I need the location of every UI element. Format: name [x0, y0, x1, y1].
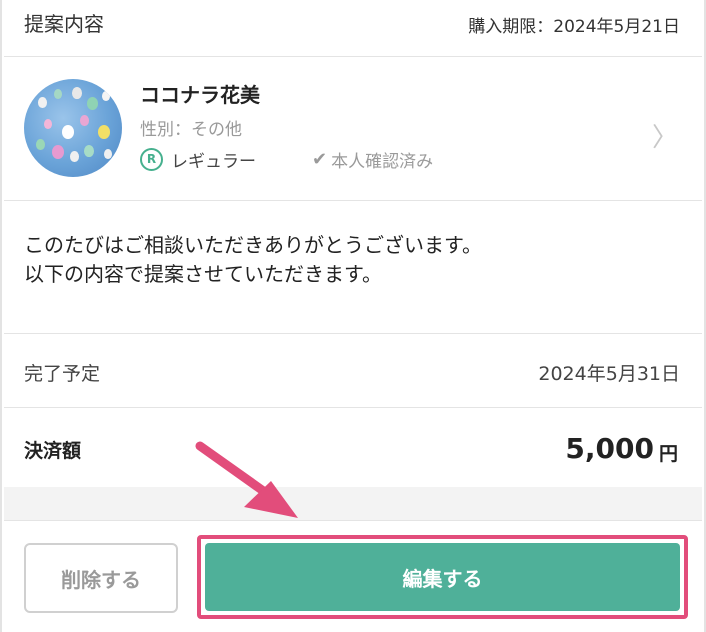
message-line: このたびはご相談いただきありがとうございます。: [24, 233, 482, 257]
section-title: 提案内容: [24, 12, 104, 36]
proposal-header: 提案内容 購入期限：2024年5月21日: [4, 0, 702, 56]
seller-name: ココナラ花美: [140, 83, 260, 107]
verified-label: 本人確認済み: [331, 152, 434, 172]
seller-gender: 性別：その他: [140, 120, 242, 140]
completion-date: 2024年5月31日: [538, 363, 680, 385]
seller-profile-row[interactable]: ココナラ花美 性別：その他 R レギュラー ✔ 本人確認済み 〉: [4, 57, 702, 200]
check-icon: ✔: [312, 149, 328, 170]
currency-unit: 円: [658, 443, 678, 465]
rank-label: レギュラー: [171, 152, 256, 172]
avatar: [24, 79, 122, 177]
purchase-deadline: 購入期限：2024年5月21日: [468, 17, 680, 37]
proposal-message: このたびはご相談いただきありがとうございます。 以下の内容で提案させていただきま…: [4, 201, 702, 333]
delete-button[interactable]: 削除する: [24, 543, 178, 613]
payment-amount: 5,000: [565, 432, 654, 465]
payment-amount-row: 決済額 5,000 円: [4, 408, 702, 486]
regular-rank-icon: R: [140, 148, 163, 171]
chevron-right-icon: 〉: [651, 123, 678, 153]
section-spacer: [4, 487, 702, 520]
completion-label: 完了予定: [24, 363, 101, 385]
message-line: 以下の内容で提案させていただきます。: [24, 262, 382, 286]
seller-rank: R レギュラー: [140, 147, 256, 172]
edit-button[interactable]: 編集する: [205, 543, 680, 611]
proposal-panel: 提案内容 購入期限：2024年5月21日 ココナラ花美 性別：その他 R レギュ…: [0, 0, 706, 632]
completion-date-row: 完了予定 2024年5月31日: [4, 334, 702, 407]
payment-label: 決済額: [24, 440, 82, 462]
action-footer: 削除する 編集する: [4, 520, 702, 632]
identity-verified: ✔ 本人確認済み: [312, 147, 433, 172]
